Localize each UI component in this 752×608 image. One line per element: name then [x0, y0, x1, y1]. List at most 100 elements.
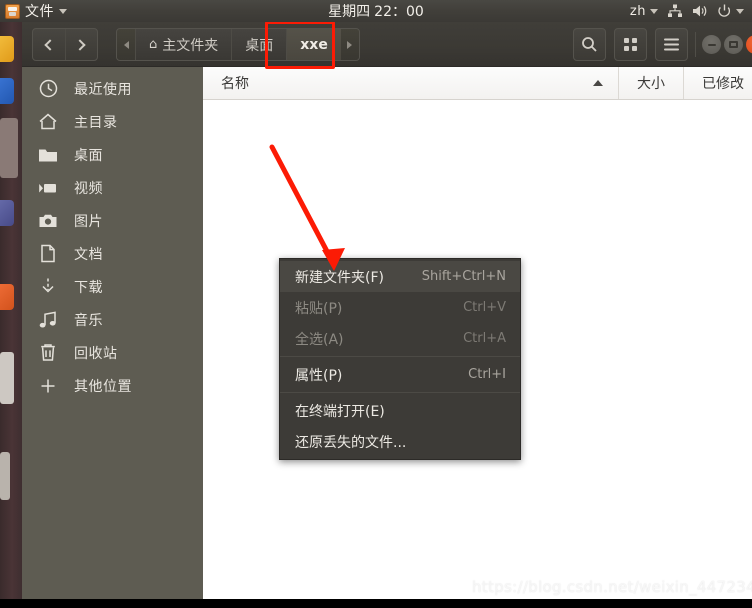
plus-icon [22, 377, 74, 395]
top-panel: 文件 星期四 22：00 zh [0, 0, 752, 22]
power-indicator[interactable] [717, 4, 744, 18]
unity-launcher[interactable] [0, 22, 22, 608]
volume-icon [693, 5, 707, 17]
chevron-down-icon [736, 8, 744, 14]
sidebar-item-recent[interactable]: 最近使用 [22, 72, 203, 105]
screen: 文件 星期四 22：00 zh ⌂ 主文件夹 桌面 xxe 最近使用 主目录 桌… [0, 0, 752, 608]
launcher-icon-5[interactable] [0, 284, 14, 310]
forward-button[interactable] [64, 29, 97, 60]
folder-icon [22, 146, 74, 163]
sidebar-item-label: 下载 [74, 279, 103, 296]
column-label: 大小 [637, 76, 665, 92]
launcher-icon-6[interactable] [0, 352, 14, 404]
music-icon [22, 311, 74, 329]
close-button[interactable]: ✕ [746, 35, 752, 54]
input-method-label: zh [629, 3, 646, 19]
breadcrumb-label: xxe [300, 36, 328, 53]
launcher-icon-4[interactable] [0, 200, 14, 226]
sidebar-item-trash[interactable]: 回收站 [22, 336, 203, 369]
sidebar-item-home[interactable]: 主目录 [22, 105, 203, 138]
sidebar-item-label: 音乐 [74, 312, 103, 329]
panel-indicators: zh [630, 0, 752, 22]
chevron-left-icon [44, 38, 57, 51]
sidebar-item-label: 最近使用 [74, 81, 132, 98]
column-header-name[interactable]: 名称 [203, 67, 618, 99]
sidebar-item-label: 文档 [74, 246, 103, 263]
menu-item-open-in-terminal[interactable]: 在终端打开(E) [280, 395, 520, 426]
chevron-down-icon [650, 8, 658, 14]
sidebar-item-music[interactable]: 音乐 [22, 303, 203, 336]
sidebar-item-downloads[interactable]: 下载 [22, 270, 203, 303]
breadcrumb-item-desktop[interactable]: 桌面 [231, 29, 287, 60]
column-headers: 名称 大小 已修改 [203, 67, 752, 100]
maximize-button[interactable] [724, 35, 743, 54]
launcher-icon-3[interactable] [0, 118, 18, 178]
column-label: 名称 [221, 76, 249, 92]
hamburger-icon [664, 38, 679, 51]
triangle-left-icon [123, 40, 129, 49]
sidebar-item-label: 主目录 [74, 114, 118, 131]
menu-divider [280, 392, 520, 393]
breadcrumb-label: 桌面 [245, 37, 274, 54]
grid-view-icon [624, 38, 637, 51]
power-icon [718, 4, 731, 17]
breadcrumb-label: 主文件夹 [162, 37, 219, 54]
sidebar-item-pictures[interactable]: 图片 [22, 204, 203, 237]
watermark: https://blog.csdn.net/weixin_44723488 [472, 578, 752, 596]
back-button[interactable] [33, 29, 65, 60]
view-toggle-button[interactable] [614, 28, 647, 61]
chevron-right-icon [74, 38, 86, 51]
launcher-icon-1[interactable] [0, 36, 14, 62]
sidebar-item-desktop[interactable]: 桌面 [22, 138, 203, 171]
toolbar-divider [695, 32, 696, 57]
clock-icon [22, 79, 74, 98]
minimize-icon [707, 43, 716, 46]
menu-item-properties[interactable]: 属性(P) Ctrl+I [280, 359, 520, 390]
menu-item-restore-missing-files[interactable]: 还原丢失的文件... [280, 426, 520, 457]
sidebar-item-label: 图片 [74, 213, 103, 230]
column-header-size[interactable]: 大小 [618, 67, 683, 99]
document-icon [22, 244, 74, 263]
network-icon [668, 4, 682, 17]
video-icon [22, 181, 74, 195]
sidebar-item-documents[interactable]: 文档 [22, 237, 203, 270]
column-label: 已修改 [702, 76, 744, 92]
files-app-icon [5, 3, 20, 19]
search-button[interactable] [573, 28, 606, 61]
launcher-icon-7[interactable] [0, 452, 10, 500]
sort-ascending-icon [593, 80, 603, 86]
sidebar-item-label: 其他位置 [74, 378, 132, 395]
launcher-icon-2[interactable] [0, 78, 14, 104]
menu-divider [280, 356, 520, 357]
breadcrumb-scroll-left[interactable] [117, 29, 135, 60]
menu-item-label: 还原丢失的文件... [295, 434, 407, 451]
trash-icon [22, 343, 74, 362]
camera-icon [22, 213, 74, 229]
app-menu[interactable]: 文件 [0, 0, 67, 22]
network-indicator[interactable] [667, 4, 683, 18]
breadcrumb-item-xxe[interactable]: xxe [286, 29, 341, 60]
breadcrumb-scroll-right[interactable] [340, 29, 359, 60]
sidebar-item-label: 视频 [74, 180, 103, 197]
menu-item-new-folder[interactable]: 新建文件夹(F) Shift+Ctrl+N [280, 261, 520, 292]
menu-item-accelerator: Shift+Ctrl+N [421, 269, 506, 284]
maximize-icon [729, 41, 738, 48]
sidebar-item-other-locations[interactable]: 其他位置 [22, 369, 203, 402]
download-icon [22, 277, 74, 296]
sidebar-item-label: 桌面 [74, 147, 103, 164]
breadcrumb-item-home[interactable]: ⌂ 主文件夹 [135, 29, 232, 60]
menu-item-label: 属性(P) [295, 367, 343, 384]
minimize-button[interactable] [702, 35, 721, 54]
menu-item-label: 新建文件夹(F) [295, 269, 384, 286]
volume-indicator[interactable] [692, 4, 708, 18]
menu-item-accelerator: Ctrl+V [463, 300, 506, 315]
clock-weekday: 星期四 [328, 4, 371, 20]
column-header-modified[interactable]: 已修改 [683, 67, 752, 99]
hamburger-menu-button[interactable] [655, 28, 688, 61]
menu-item-accelerator: Ctrl+A [463, 331, 506, 346]
input-method-indicator[interactable]: zh [630, 4, 658, 19]
sidebar-item-videos[interactable]: 视频 [22, 171, 203, 204]
context-menu: 新建文件夹(F) Shift+Ctrl+N 粘贴(P) Ctrl+V 全选(A)… [279, 258, 521, 460]
chevron-down-icon [59, 8, 67, 14]
menu-item-select-all: 全选(A) Ctrl+A [280, 323, 520, 354]
